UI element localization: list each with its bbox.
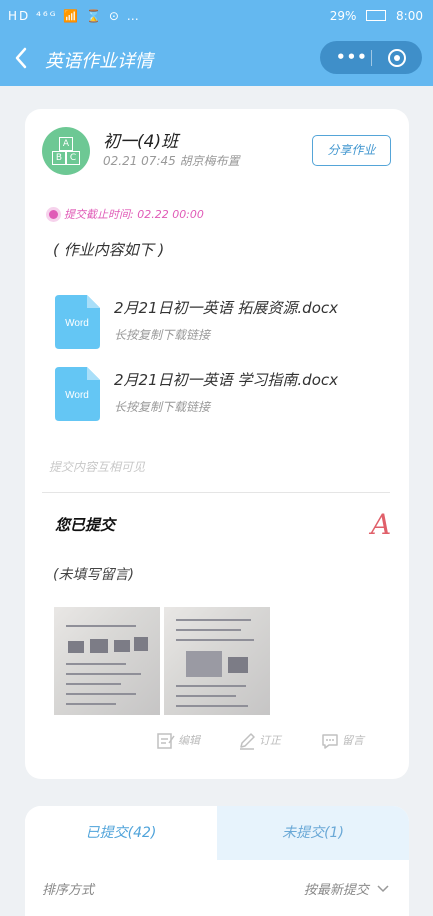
status-left-icons: HD ⁴⁶ᴳ 📶 ⌛ ⊙ …	[8, 9, 141, 23]
edit-label: 编辑	[178, 734, 200, 747]
deadline: 提交截止时间: 02.22 00:00	[49, 206, 204, 222]
revise-button[interactable]: 订正	[238, 732, 281, 750]
status-bar: HD ⁴⁶ᴳ 📶 ⌛ ⊙ … 29% 8:00	[0, 0, 433, 34]
message-label: 留言	[342, 734, 364, 747]
class-name: 初一(4)班	[103, 132, 179, 152]
file-name: 2月21日初一英语 学习指南.docx	[114, 371, 338, 389]
content-title: ( 作业内容如下 )	[53, 241, 165, 259]
page-title: 英语作业详情	[45, 51, 153, 72]
edit-button[interactable]: 编辑	[157, 732, 200, 750]
svg-text:Word: Word	[65, 390, 89, 401]
close-target-icon[interactable]	[388, 49, 406, 67]
sort-value: 按最新提交	[303, 883, 369, 898]
capsule-divider	[371, 50, 372, 66]
message-button[interactable]: 留言	[321, 732, 364, 750]
submission-comment: (未填写留言)	[53, 567, 134, 583]
deadline-text: 提交截止时间: 02.22 00:00	[64, 208, 204, 221]
file-item[interactable]: Word 2月21日初一英语 学习指南.docx 长按复制下载链接	[55, 367, 385, 425]
status-right: 29% 8:00	[330, 9, 423, 23]
tab-submitted[interactable]: 已提交(42)	[25, 806, 217, 860]
file-item[interactable]: Word 2月21日初一英语 拓展资源.docx 长按复制下载链接	[55, 295, 385, 353]
homework-card: A B C 初一(4)班 02.21 07:45 胡京梅布置 分享作业 提交截止…	[25, 109, 409, 779]
submitted-title: 您已提交	[55, 516, 116, 534]
share-homework-button[interactable]: 分享作业	[312, 135, 391, 166]
word-file-icon: Word	[55, 367, 100, 421]
word-file-icon: Word	[55, 295, 100, 349]
abc-avatar-icon: A B C	[42, 127, 90, 175]
pencil-icon	[240, 733, 255, 750]
file-hint: 长按复制下载链接	[114, 400, 211, 414]
assign-meta: 02.21 07:45 胡京梅布置	[103, 154, 240, 168]
divider	[42, 492, 390, 493]
battery-percent: 29%	[329, 9, 357, 23]
miniprogram-capsule: •••	[320, 41, 422, 74]
visibility-note: 提交内容互相可见	[49, 460, 146, 474]
svg-text:Word: Word	[65, 318, 89, 329]
submission-photo[interactable]	[164, 607, 270, 715]
battery-icon	[366, 10, 387, 21]
sort-dropdown[interactable]: 按最新提交	[304, 879, 389, 898]
deadline-dot-icon	[49, 210, 58, 219]
file-hint: 长按复制下载链接	[114, 328, 211, 342]
submission-photo[interactable]	[54, 607, 160, 715]
tab-not-submitted[interactable]: 未提交(1)	[217, 806, 409, 860]
revise-label: 订正	[259, 734, 281, 747]
sort-label: 排序方式	[42, 883, 95, 898]
nav-bar: 英语作业详情 •••	[0, 34, 433, 86]
back-arrow-icon[interactable]	[12, 46, 32, 70]
more-icon[interactable]: •••	[336, 48, 368, 66]
chevron-down-icon	[377, 885, 389, 893]
comment-icon	[322, 734, 338, 749]
clock: 8:00	[396, 9, 423, 23]
edit-icon	[157, 733, 175, 749]
grade-badge: A	[371, 508, 392, 541]
file-name: 2月21日初一英语 拓展资源.docx	[114, 299, 338, 317]
